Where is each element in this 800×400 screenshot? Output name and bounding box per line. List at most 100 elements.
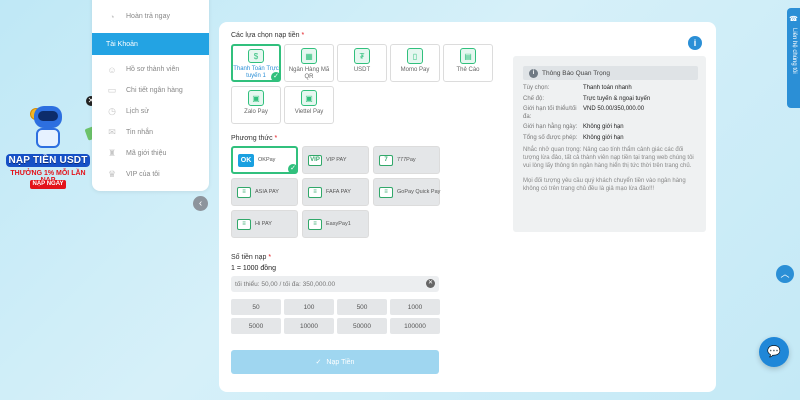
method-vippay[interactable]: VIP VIP PAY [302,146,369,174]
sidebar-item-bank[interactable]: ▭ Chi tiết ngân hàng [92,80,209,101]
notice-warning: Mọi đối tượng yêu cầu quý khách chuyển t… [523,178,686,192]
option-viettel[interactable]: ▣ Viettel Pay [284,86,334,124]
sidebar-item-label: VIP của tôi [126,171,160,178]
sidebar-item-vip[interactable]: ♛ VIP của tôi [92,164,209,185]
info-icon: i [529,68,538,78]
qr-icon: ▦ [301,48,317,64]
sidebar-item-profile[interactable]: ☺ Hồ sơ thành viên [92,59,209,80]
promo-banner[interactable]: ✕ NẠP TIỀN USDT THƯỞNG 1% MỖI LẦN NẠP NẠ… [4,96,106,192]
deposit-submit-button[interactable]: ✓ Nạp Tiền [231,350,439,374]
option-online-payment[interactable]: $ Thanh Toán Trực tuyến 1 ✓ [231,44,281,82]
notice-row: Chế độ: Trực tuyến & ngoại tuyến [523,95,651,102]
user-icon: ☺ [107,64,117,75]
sidebar-item-label: Lịch sử [126,108,149,115]
quick-amount-button[interactable]: 5000 [231,318,281,334]
usdt-icon: ₮ [354,48,370,64]
deposit-options-label: Các lựa chọn nạp tiền * [231,32,305,39]
account-sidebar: ◔ Hoàn trả ngay Tài Khoản ☺ Hồ sơ thành … [92,0,209,191]
sidebar-item-label: Tin nhắn [126,129,153,136]
option-momo[interactable]: ▯ Momo Pay [390,44,440,82]
sidebar-item-label: Mã giới thiệu [126,150,167,157]
quick-amount-button[interactable]: 100000 [390,318,440,334]
robot-mascot-icon [26,102,106,150]
quick-amount-button[interactable]: 500 [337,299,387,315]
option-zalo[interactable]: ▣ Zalo Pay [231,86,281,124]
method-asiapay[interactable]: ≡ ASIA PAY [231,178,298,206]
option-label: USDT [353,67,371,73]
promo-title: NẠP TIỀN USDT [6,154,90,167]
method-label: VIP PAY [326,157,347,163]
scroll-top-button[interactable]: ︿ [776,265,794,283]
sidebar-item-rebate[interactable]: ◔ Hoàn trả ngay [92,6,209,27]
important-notice: i Thông Báo Quan Trọng Tùy chọn: Thanh to… [513,56,706,232]
quick-amount-button[interactable]: 10000 [284,318,334,334]
quick-amount-button[interactable]: 50000 [337,318,387,334]
check-icon: ✓ [288,164,298,174]
check-icon: ✓ [271,72,281,82]
method-label: ASIA PAY [255,189,279,195]
vip-icon: ♛ [107,169,117,179]
sidebar-item-history[interactable]: ◷ Lịch sử [92,101,209,122]
headset-icon: ☎ [789,15,798,23]
method-fafapay[interactable]: ≡ FAFA PAY [302,178,369,206]
sidebar-section-account[interactable]: Tài Khoản [92,33,209,55]
notice-header: i Thông Báo Quan Trọng [523,66,698,80]
option-card[interactable]: ▤ Thẻ Cào [443,44,493,82]
quick-amount-button[interactable]: 100 [284,299,334,315]
notice-row: Giới hạn hằng ngày: Không giới hạn [523,124,624,130]
sidebar-item-label: Hoàn trả ngay [126,13,170,20]
mail-icon: ✉ [108,127,116,137]
collapse-sidebar-button[interactable]: ‹ [193,196,208,211]
quick-amount-button[interactable]: 50 [231,299,281,315]
history-icon: ◷ [108,106,116,116]
deposit-options: $ Thanh Toán Trực tuyến 1 ✓ ▦ Ngân Hàng … [231,44,493,124]
method-okpay[interactable]: OK OKPay ✓ [231,146,298,174]
amount-placeholder: tối thiểu: 50,00 / tối đa: 350,000.00 [235,280,336,288]
method-label: OKPay [258,157,276,163]
chat-icon: 💬 [767,346,781,358]
notice-row: Giới hạn tối thiểu/tối đa: VND 50.00/350,… [523,106,645,120]
option-label: Viettel Pay [294,109,324,115]
option-label: Momo Pay [400,67,430,73]
quick-amounts: 50 100 500 1000 5000 10000 50000 100000 [231,299,440,334]
method-label: 777Pay [397,157,416,163]
method-hipay[interactable]: ≡ Hi PAY [231,210,298,238]
okpay-icon: OK [238,153,254,167]
quick-amount-button[interactable]: 1000 [390,299,440,315]
cash-icon: ≡ [308,218,322,230]
info-icon[interactable]: i [688,36,702,50]
method-label: FAFA PAY [326,189,351,195]
option-label: Zalo Pay [244,109,268,115]
sidebar-item-referral[interactable]: ♜ Mã giới thiệu [92,143,209,164]
sidebar-item-messages[interactable]: ✉ Tin nhắn [92,122,209,143]
method-label: Hi PAY [255,221,272,227]
777pay-icon: 7 [379,154,393,166]
clear-icon[interactable]: ✕ [426,279,435,288]
promo-cta-button[interactable]: NẠP NGAY [30,180,66,189]
option-label: Ngân Hàng Mã QR [288,67,330,80]
rate-note: 1 = 1000 đồng [231,265,276,272]
contact-us-tab[interactable]: ☎ Liên hệ chúng tôi [787,8,800,108]
notice-row: Tùy chọn: Thanh toán nhanh [523,85,632,91]
method-easypay[interactable]: ≡ EasyPay1 [302,210,369,238]
payment-methods: OK OKPay ✓ VIP VIP PAY 7 777Pay ≡ ASIA P… [231,146,440,238]
notice-title: Thông Báo Quan Trọng [542,69,610,77]
method-gopay[interactable]: ≡ GoPay Quick Pay [373,178,440,206]
cash-icon: ≡ [379,186,393,198]
option-usdt[interactable]: ₮ USDT [337,44,387,82]
method-label: GoPay Quick Pay [397,189,441,195]
amount-input[interactable]: tối thiểu: 50,00 / tối đa: 350,000.00 ✕ [231,276,439,292]
amount-label: Số tiền nạp * [231,254,272,261]
rebate-icon: ◔ [109,11,115,22]
payment-icon: $ [248,49,264,63]
vippay-icon: VIP [308,154,322,166]
contact-us-label: Liên hệ chúng tôi [791,28,797,74]
cash-icon: ≡ [308,186,322,198]
wallet-icon: ▣ [301,90,317,106]
notice-text: Nhắc nhở quan trọng: Nâng cao tính thẩm … [523,147,694,169]
option-label: Thẻ Cào [456,67,480,73]
option-bank-qr[interactable]: ▦ Ngân Hàng Mã QR [284,44,334,82]
method-777pay[interactable]: 7 777Pay [373,146,440,174]
live-chat-button[interactable]: 💬 [759,337,789,367]
wallet-icon: ▣ [248,90,264,106]
